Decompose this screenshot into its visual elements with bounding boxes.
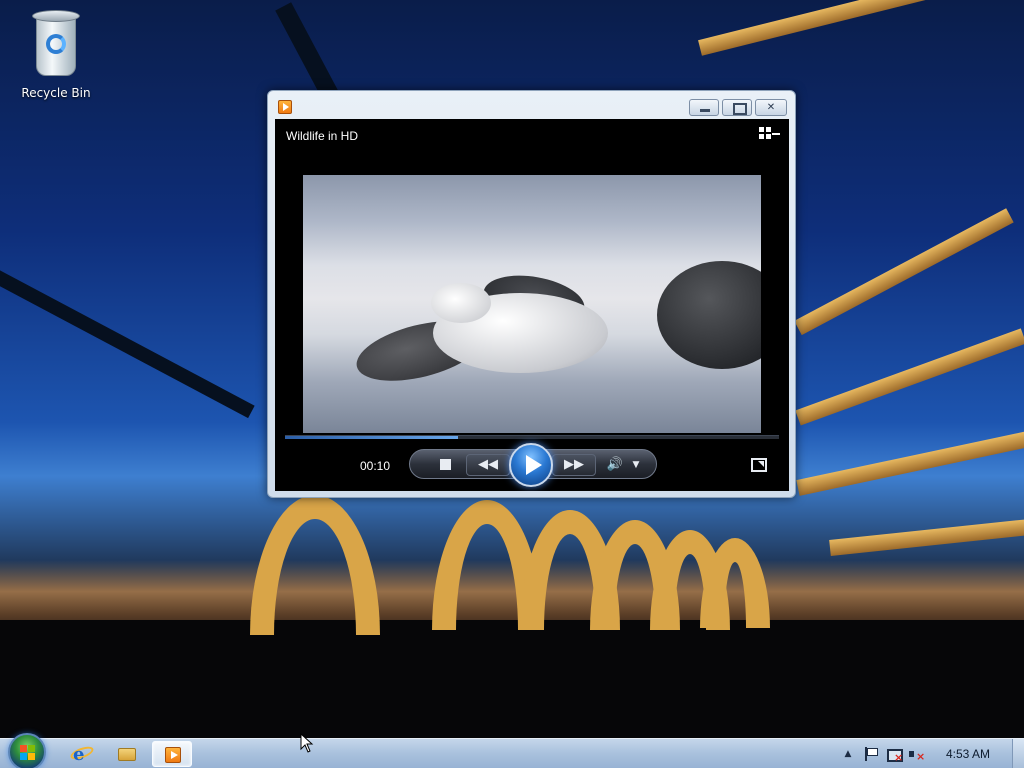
- action-center-flag-icon[interactable]: [862, 746, 878, 762]
- taskbar-internet-explorer[interactable]: e: [62, 741, 102, 767]
- recycle-bin-icon: [28, 8, 84, 78]
- window-titlebar[interactable]: ✕: [268, 91, 795, 119]
- wallpaper-arch: [250, 495, 380, 635]
- taskbar-windows-media-player[interactable]: [152, 741, 192, 767]
- mouse-cursor-icon: [300, 733, 314, 753]
- wallpaper-beam: [829, 519, 1024, 556]
- start-button[interactable]: [8, 733, 46, 768]
- show-desktop-button[interactable]: [1012, 739, 1024, 768]
- wallpaper-beam: [796, 430, 1024, 496]
- seek-bar-progress: [285, 436, 458, 439]
- media-player-icon: [165, 747, 181, 763]
- taskbar-clock[interactable]: 4:53 AM: [946, 747, 990, 761]
- wallpaper-beam: [795, 328, 1024, 426]
- volume-muted-icon[interactable]: [908, 746, 925, 765]
- fast-forward-button[interactable]: ▶▶: [552, 454, 596, 476]
- media-title: Wildlife in HD: [286, 129, 359, 143]
- chevron-down-icon: ▼: [632, 460, 640, 470]
- taskbar: e ▲ 4:53 AM: [0, 733, 1024, 768]
- switch-to-library-button[interactable]: [759, 127, 780, 143]
- close-icon: ✕: [766, 102, 776, 113]
- minimize-button[interactable]: [689, 99, 719, 116]
- mute-button[interactable]: 🔊: [604, 454, 626, 476]
- play-button[interactable]: [509, 443, 553, 487]
- desktop-icon-label: Recycle Bin: [21, 86, 91, 100]
- rewind-button[interactable]: ◀◀: [466, 454, 510, 476]
- fullscreen-button[interactable]: [751, 458, 767, 472]
- elapsed-time: 00:10: [360, 459, 391, 473]
- wallpaper-rail: [0, 250, 255, 419]
- wallpaper-beam: [698, 0, 1023, 56]
- volume-dropdown-button[interactable]: ▼: [629, 454, 643, 476]
- video-seal: [431, 283, 491, 323]
- volume-icon: 🔊: [606, 457, 624, 472]
- close-button[interactable]: ✕: [755, 99, 787, 116]
- rewind-icon: ◀◀: [478, 457, 498, 472]
- desktop-icon-recycle-bin[interactable]: Recycle Bin: [18, 8, 94, 100]
- chevron-up-icon: ▲: [844, 749, 852, 759]
- switch-to-library-icon: [759, 127, 764, 132]
- playback-controls: ◀◀ ▶▶ 🔊 ▼: [409, 443, 657, 487]
- network-disconnected-icon[interactable]: [886, 746, 903, 766]
- video-frame[interactable]: [303, 175, 761, 433]
- media-player-window[interactable]: ✕ Wildlife in HD 00:10 ◀◀ ▶▶ 🔊 ▼: [267, 90, 796, 498]
- seek-bar[interactable]: [285, 435, 779, 439]
- video-seal: [657, 261, 761, 369]
- player-area[interactable]: Wildlife in HD 00:10 ◀◀ ▶▶ 🔊 ▼: [275, 119, 789, 491]
- stop-button[interactable]: [434, 454, 456, 476]
- maximize-button[interactable]: [722, 99, 752, 116]
- system-tray: ▲ 4:53 AM: [834, 739, 1024, 768]
- wallpaper-beam: [794, 208, 1014, 336]
- windows-logo-icon: [20, 745, 36, 761]
- taskbar-windows-explorer[interactable]: [106, 741, 146, 767]
- show-hidden-icons-button[interactable]: ▲: [840, 746, 856, 762]
- fast-forward-icon: ▶▶: [564, 457, 584, 472]
- folder-icon: [118, 748, 136, 761]
- internet-explorer-icon: e: [73, 744, 85, 765]
- media-player-icon: [278, 100, 292, 114]
